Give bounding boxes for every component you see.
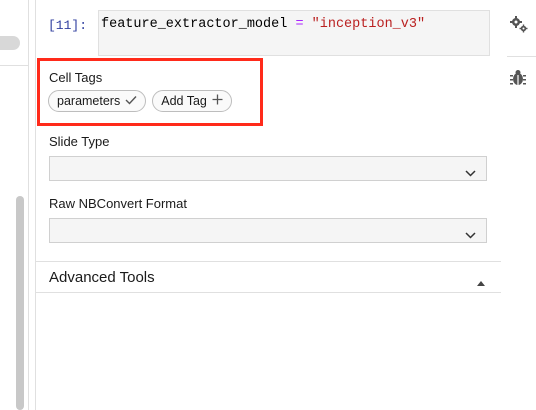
code-variable: feature_extractor_model [101, 17, 288, 32]
property-inspector: [11]: feature_extractor_model = "incepti… [35, 0, 502, 410]
cell-prompt: [11]: [48, 18, 88, 33]
left-panel-pill[interactable] [0, 36, 20, 50]
chevron-down-icon [465, 226, 476, 244]
right-sidebar [501, 0, 536, 410]
cell-tags-label: Cell Tags [49, 70, 103, 85]
right-sidebar-divider [507, 56, 536, 57]
advanced-tools-bottom-border [36, 292, 501, 293]
raw-format-select[interactable] [49, 218, 487, 243]
code-string: "inception_v3" [311, 17, 426, 32]
file-browser-panel [0, 0, 29, 410]
left-panel-divider [0, 65, 28, 66]
tag-label: parameters [57, 94, 121, 108]
slide-type-label: Slide Type [49, 134, 110, 149]
add-tag-button[interactable]: Add Tag [152, 90, 232, 112]
code-operator: = [287, 17, 312, 32]
add-tag-label: Add Tag [161, 94, 207, 108]
debugger-bug-icon[interactable] [509, 68, 527, 93]
left-panel-scrollbar[interactable] [16, 196, 24, 410]
plus-icon [212, 94, 223, 108]
advanced-tools-header[interactable]: Advanced Tools [49, 269, 155, 286]
tag-parameters[interactable]: parameters [48, 90, 147, 112]
gears-icon[interactable] [509, 14, 529, 39]
caret-up-icon[interactable] [477, 273, 485, 291]
cell-tags-row: parameters Add Tag [48, 90, 232, 112]
raw-format-label: Raw NBConvert Format [49, 196, 187, 211]
advanced-tools-top-border [36, 261, 501, 262]
chevron-down-icon [465, 164, 476, 182]
check-icon [125, 94, 137, 108]
code-cell: [11]: feature_extractor_model = "incepti… [36, 10, 501, 58]
code-editor[interactable]: feature_extractor_model = "inception_v3" [98, 10, 490, 56]
slide-type-select[interactable] [49, 156, 487, 181]
